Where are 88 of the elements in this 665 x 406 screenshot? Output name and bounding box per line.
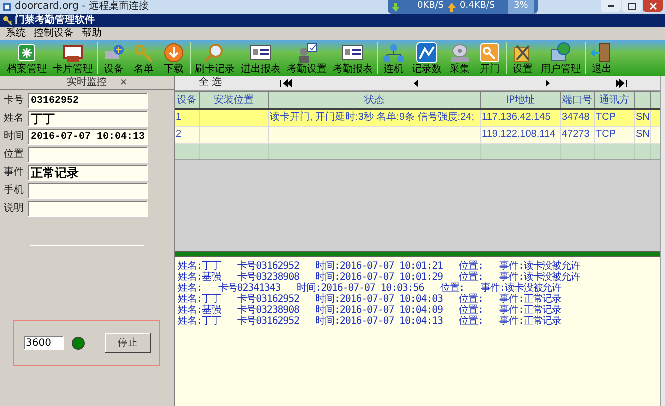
column-header: 状态	[269, 92, 481, 108]
minimize-button[interactable]	[601, 0, 621, 12]
select-all-button[interactable]: 全 选	[199, 77, 222, 89]
upload-speed: 0.4KB/S	[460, 0, 496, 14]
table-cell: TCP	[595, 127, 635, 143]
column-header: IP地址	[481, 92, 561, 108]
table-cell: 34748	[561, 110, 595, 126]
window-title: 门禁考勤管理软件	[15, 14, 95, 26]
table-row[interactable]: 2 119.122.108.114 47273 TCP SN	[175, 127, 660, 144]
table-cell: 读卡开门, 开门延时:3秒 名单:9条 信号强度:24;	[269, 110, 481, 126]
toolbar-button[interactable]: 用户管理	[540, 40, 582, 76]
up-arrow-icon	[448, 2, 456, 12]
log-line: 姓名:基强 卡号03238908 时间:2016-07-07 10:04:09 位置: 事件:正常记录	[178, 305, 562, 316]
field-label: 时间	[4, 131, 25, 143]
column-header: 设备	[175, 92, 200, 108]
first-record-icon[interactable]	[280, 78, 292, 88]
panel-title: 实时监控	[67, 76, 107, 88]
menu-item[interactable]: 帮助	[82, 28, 102, 39]
toolbar-button[interactable]: 名单	[131, 40, 157, 76]
interval-field[interactable]: 3600	[24, 336, 64, 350]
key-icon	[478, 42, 502, 64]
close-icon	[650, 2, 656, 10]
close-button[interactable]: ×	[120, 76, 128, 88]
network-icon	[382, 42, 406, 64]
text-field[interactable]	[28, 147, 148, 163]
text-field[interactable]: 2016-07-07 10:04:13	[28, 129, 148, 145]
log-line: 姓名:丁丁 卡号03162952 时间:2016-07-07 10:04:13 位置: 事件:正常记录	[178, 316, 562, 327]
text-field[interactable]: 03162952	[28, 93, 148, 109]
log-line: 姓名:基强 卡号03238908 时间:2016-07-07 10:01:29 位置: 事件:读卡没被允许	[178, 272, 582, 283]
last-record-icon[interactable]	[616, 78, 628, 88]
table-cell: 1	[175, 110, 200, 126]
table-cell: 119.122.108.114	[481, 127, 561, 143]
table-row[interactable]: 1 读卡开门, 开门延时:3秒 名单:9条 信号强度:24; 117.136.42.145 34748 TCP SN	[175, 110, 660, 127]
field-label: 手机	[4, 185, 25, 197]
field-label: 卡号	[4, 95, 25, 107]
app-icon	[2, 2, 12, 12]
toolbar-button[interactable]: 连机	[381, 40, 407, 76]
text-field[interactable]	[28, 183, 148, 199]
menu-item[interactable]: 系统	[6, 28, 26, 39]
restore-icon	[628, 2, 636, 10]
scroll-bar[interactable]	[660, 76, 665, 406]
toolbar-button[interactable]: 考勤设置	[286, 40, 328, 76]
log-line: 姓名:丁丁 卡号03162952 时间:2016-07-07 10:01:21 位置: 事件:读卡没被允许	[178, 261, 582, 272]
cpu-usage: 3%	[508, 0, 534, 14]
table-cell: SN	[635, 110, 651, 126]
table-cell: 117.136.42.145	[481, 110, 561, 126]
table-cell: 47273	[561, 127, 595, 143]
chart-app-icon	[415, 42, 439, 64]
toolbar-button[interactable]: 进出报表	[240, 40, 282, 76]
table-cell: 2	[175, 127, 200, 143]
restore-button[interactable]	[622, 0, 642, 12]
toolbar-button[interactable]: 采集	[447, 40, 473, 76]
toolbar-button[interactable]: 下载	[161, 40, 187, 76]
text-field[interactable]: 丁丁	[28, 111, 148, 127]
toolbar-button[interactable]: 开门	[477, 40, 503, 76]
toolbar-button[interactable]: 刷卡记录	[194, 40, 236, 76]
toolbar-button[interactable]: 设备	[101, 40, 127, 76]
download-speed: 0KB/S	[416, 0, 444, 14]
table-cell: SN	[635, 127, 651, 143]
download-icon	[162, 42, 186, 64]
field-label: 姓名	[4, 113, 25, 125]
table-cell: TCP	[595, 110, 635, 126]
log-line: 姓名:丁丁 卡号03162952 时间:2016-07-07 10:04:03 位置: 事件:正常记录	[178, 294, 562, 305]
toolbar-button[interactable]: 退出	[589, 40, 615, 76]
column-header: 通讯方	[595, 92, 635, 108]
toolbar-button[interactable]: 考勤报表	[332, 40, 374, 76]
minimize-icon	[608, 5, 614, 7]
log-line: 姓名: 卡号02341343 时间:2016-07-07 10:03:56 位置: 事件:读卡没被允许	[178, 283, 563, 294]
toolbar-button[interactable]: 卡片管理	[52, 40, 94, 76]
key-icon	[3, 16, 13, 26]
column-header: 安装位置	[200, 92, 269, 108]
remote-window-title: doorcard.org - 远程桌面连接	[15, 1, 149, 13]
close-button[interactable]	[643, 0, 663, 12]
text-field[interactable]: 正常记录	[28, 165, 148, 181]
column-header: 端口号	[561, 92, 595, 108]
down-arrow-icon	[392, 2, 400, 12]
stop-button[interactable]: 停止	[105, 333, 151, 353]
field-label: 说明	[4, 203, 25, 215]
text-field[interactable]	[28, 201, 148, 217]
toolbar-button[interactable]: 记录数	[411, 40, 443, 76]
menu-item[interactable]: 控制设备	[34, 28, 74, 39]
field-label: 位置	[4, 149, 25, 161]
toolbar-button[interactable]: 设置	[510, 40, 536, 76]
disc-drive-icon	[448, 42, 472, 64]
globe-monitor-icon	[549, 42, 573, 64]
toolbar-button[interactable]: 档案管理	[6, 40, 48, 76]
field-label: 事件	[4, 167, 25, 179]
card-icon	[61, 42, 85, 64]
